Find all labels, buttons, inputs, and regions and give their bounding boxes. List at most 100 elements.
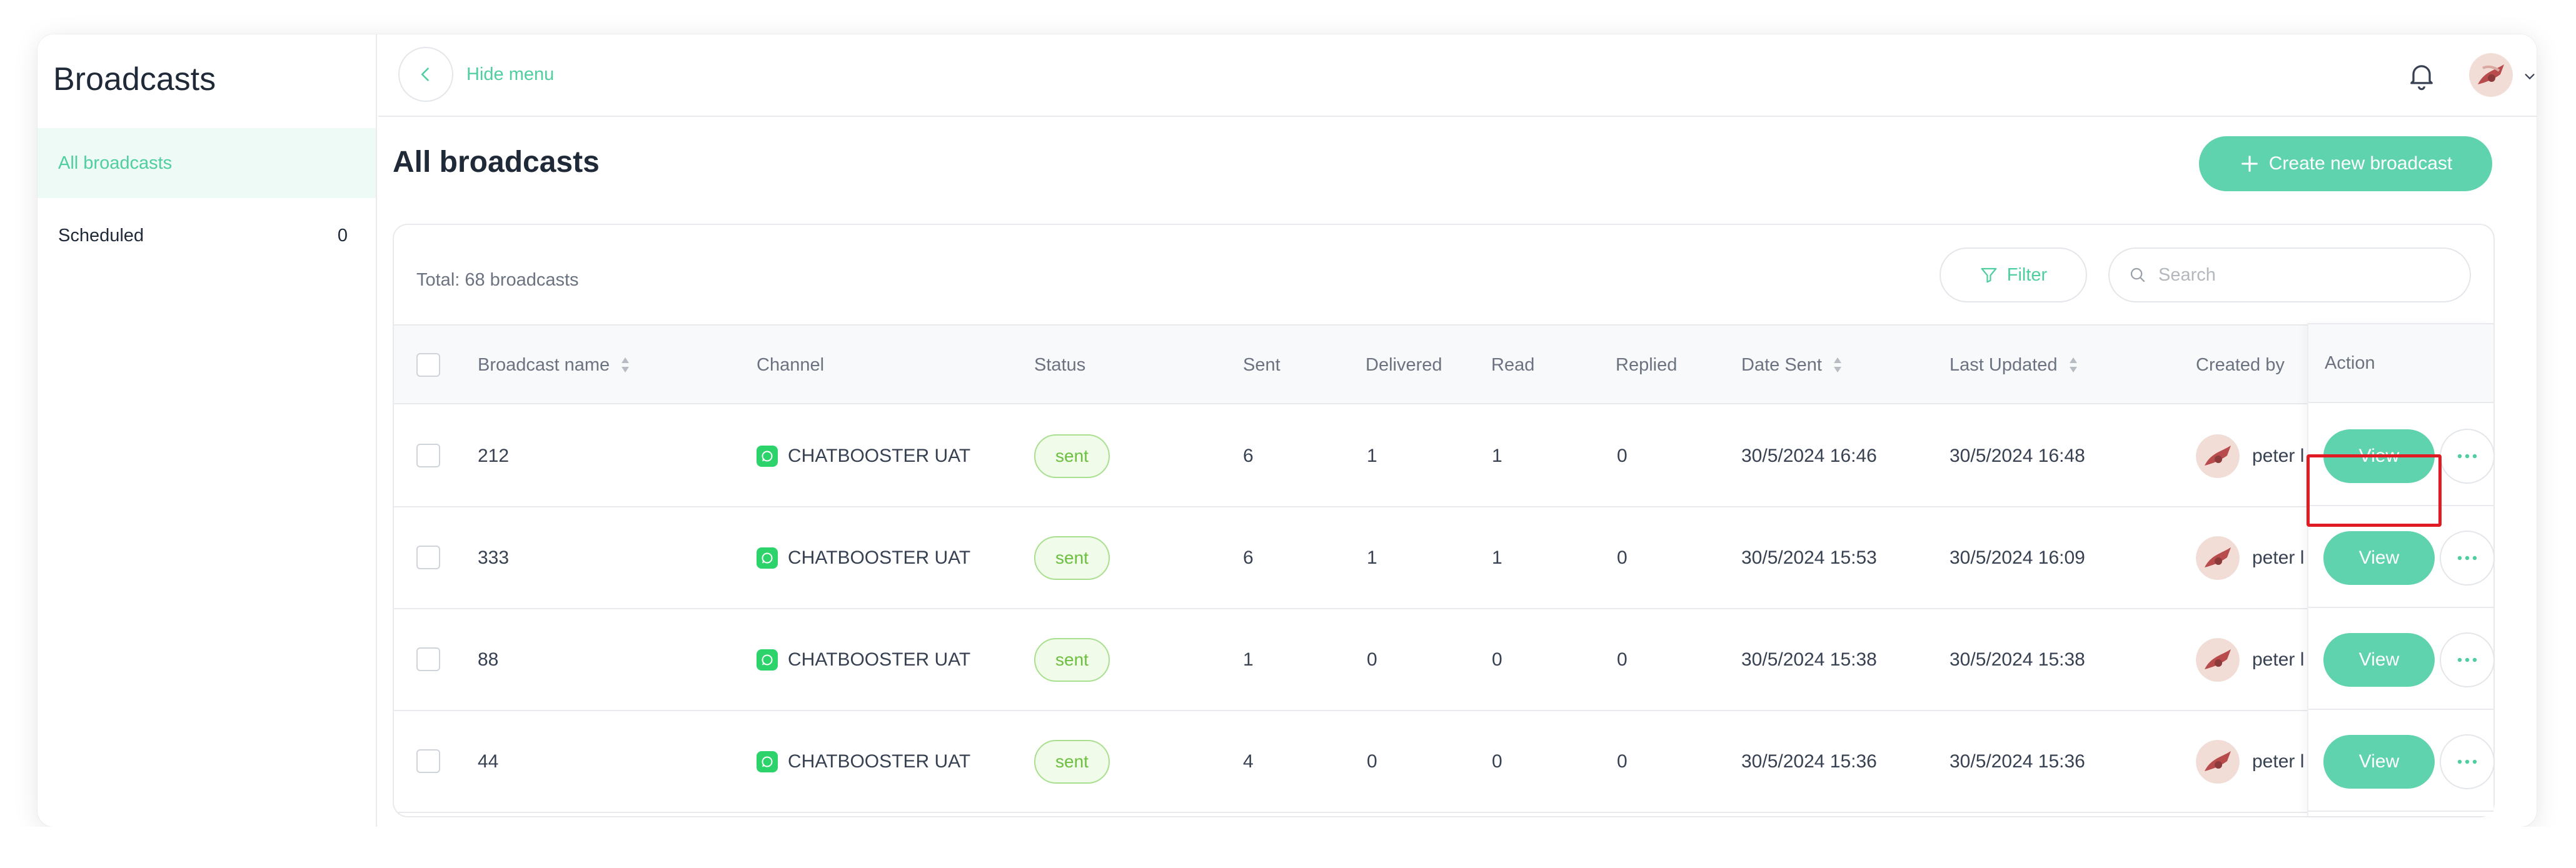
view-button[interactable]: View	[2323, 531, 2435, 585]
ellipsis-icon	[2457, 454, 2477, 459]
column-header-sent: Sent	[1243, 326, 1280, 404]
creator-name: peter l	[2252, 445, 2305, 466]
replied-cell: 0	[1617, 547, 1628, 568]
broadcast-name-cell[interactable]: 44	[478, 711, 498, 812]
column-header-replied: Replied	[1616, 326, 1677, 404]
table-row[interactable]: 88 CHATBOOSTER UAT sent 1 0 0 0 30/5/202…	[394, 609, 2493, 711]
channel-name: CHATBOOSTER UAT	[788, 445, 971, 466]
date-sent-cell: 30/5/2024 15:53	[1741, 547, 1877, 568]
channel-cell: CHATBOOSTER UAT	[757, 711, 970, 812]
delivered-cell: 1	[1367, 547, 1377, 568]
row-checkbox[interactable]	[416, 647, 440, 671]
ellipsis-icon	[2457, 759, 2477, 764]
search-input[interactable]	[2158, 264, 2452, 286]
broadcast-name-cell[interactable]: 88	[478, 609, 498, 710]
avatar	[2196, 434, 2240, 478]
avatar	[2196, 536, 2240, 580]
more-options-button[interactable]	[2440, 429, 2495, 484]
sidebar-item-label: Scheduled	[58, 225, 144, 246]
sent-cell: 1	[1243, 649, 1254, 670]
sent-cell: 6	[1243, 547, 1254, 568]
sort-icon[interactable]	[1832, 356, 1843, 374]
sent-cell: 6	[1243, 445, 1254, 466]
action-cell: View	[2308, 710, 2495, 812]
sidebar: Broadcasts All broadcasts Scheduled 0	[38, 34, 377, 827]
search-icon	[2130, 267, 2145, 282]
select-all-checkbox[interactable]	[416, 353, 440, 377]
status-badge: sent	[1034, 536, 1110, 580]
channel-name: CHATBOOSTER UAT	[788, 751, 971, 772]
column-header-label: Created by	[2196, 354, 2285, 375]
sort-icon[interactable]	[2068, 356, 2079, 374]
sidebar-item-count: 0	[337, 225, 348, 246]
ellipsis-icon	[2457, 657, 2477, 662]
bell-icon[interactable]	[2405, 59, 2438, 95]
column-header-last-updated[interactable]: Last Updated	[1950, 326, 2079, 404]
broadcast-name-cell[interactable]: 212	[478, 406, 509, 506]
row-checkbox[interactable]	[416, 749, 440, 773]
column-header-delivered: Delivered	[1366, 326, 1442, 404]
row-checkbox[interactable]	[416, 546, 440, 569]
column-header-created-by: Created by	[2196, 326, 2285, 404]
column-header-read: Read	[1491, 326, 1534, 404]
replied-cell: 0	[1617, 751, 1628, 772]
column-header-label: Channel	[757, 354, 825, 375]
sidebar-item-label: All broadcasts	[58, 152, 173, 173]
column-header-label: Sent	[1243, 354, 1280, 375]
sort-icon[interactable]	[620, 356, 631, 374]
user-avatar[interactable]	[2469, 53, 2513, 97]
column-header-label: Delivered	[1366, 354, 1442, 375]
table-row[interactable]: 333 CHATBOOSTER UAT sent 6 1 1 0 30/5/20…	[394, 507, 2493, 609]
sent-cell: 4	[1243, 751, 1254, 772]
total-count-label: Total: 68 broadcasts	[416, 270, 579, 290]
filter-button[interactable]: Filter	[1940, 247, 2087, 302]
hide-menu-label[interactable]: Hide menu	[466, 64, 554, 85]
more-options-button[interactable]	[2440, 632, 2495, 687]
last-updated-cell: 30/5/2024 15:38	[1950, 649, 2085, 670]
search-box[interactable]	[2108, 247, 2471, 302]
status-badge: sent	[1034, 637, 1110, 682]
date-sent-cell: 30/5/2024 16:46	[1741, 445, 1877, 466]
delivered-cell: 0	[1367, 649, 1377, 670]
status-cell: sent	[1034, 507, 1110, 608]
avatar	[2196, 637, 2240, 682]
view-button[interactable]: View	[2323, 429, 2435, 483]
broadcast-name-cell[interactable]: 333	[478, 507, 509, 608]
plus-icon	[2241, 156, 2258, 172]
column-header-label: Read	[1491, 354, 1535, 375]
table-header: Broadcast name Channel Status Sent Deliv…	[394, 324, 2493, 404]
row-checkbox[interactable]	[416, 444, 440, 467]
action-column: Action View View View View	[2307, 323, 2495, 816]
creator-name: peter l	[2252, 649, 2305, 670]
date-sent-cell: 30/5/2024 15:38	[1741, 649, 1877, 670]
channel-cell: CHATBOOSTER UAT	[757, 609, 970, 710]
status-cell: sent	[1034, 711, 1110, 812]
more-options-button[interactable]	[2440, 531, 2495, 586]
created-by-cell: peter l	[2196, 406, 2308, 506]
view-button[interactable]: View	[2323, 735, 2435, 789]
more-options-button[interactable]	[2440, 734, 2495, 789]
sidebar-item-scheduled[interactable]: Scheduled 0	[38, 201, 376, 271]
filter-label: Filter	[2006, 264, 2048, 285]
column-header-broadcast-name[interactable]: Broadcast name	[478, 326, 631, 404]
ellipsis-icon	[2457, 556, 2477, 561]
page-title: All broadcasts	[393, 146, 600, 179]
create-new-broadcast-button[interactable]: Create new broadcast	[2199, 136, 2492, 191]
delivered-cell: 0	[1367, 751, 1377, 772]
column-header-date-sent[interactable]: Date Sent	[1741, 326, 1843, 404]
avatar	[2196, 739, 2240, 784]
action-cell: View	[2308, 608, 2495, 710]
chevron-down-icon[interactable]	[2523, 69, 2537, 86]
sidebar-item-all-broadcasts[interactable]: All broadcasts	[38, 128, 376, 198]
create-button-label: Create new broadcast	[2268, 153, 2453, 174]
topbar: Hide menu	[378, 34, 2537, 117]
column-header-label: Status	[1034, 354, 1086, 375]
replied-cell: 0	[1617, 445, 1628, 466]
created-by-cell: peter l	[2196, 609, 2308, 710]
table-row[interactable]: 212 CHATBOOSTER UAT sent 6 1 1 0 30/5/20…	[394, 406, 2493, 507]
whatsapp-icon	[757, 547, 778, 569]
sidebar-title: Broadcasts	[53, 61, 216, 97]
hide-menu-button[interactable]	[398, 47, 453, 102]
table-row[interactable]: 44 CHATBOOSTER UAT sent 4 0 0 0 30/5/202…	[394, 711, 2493, 813]
view-button[interactable]: View	[2323, 633, 2435, 687]
